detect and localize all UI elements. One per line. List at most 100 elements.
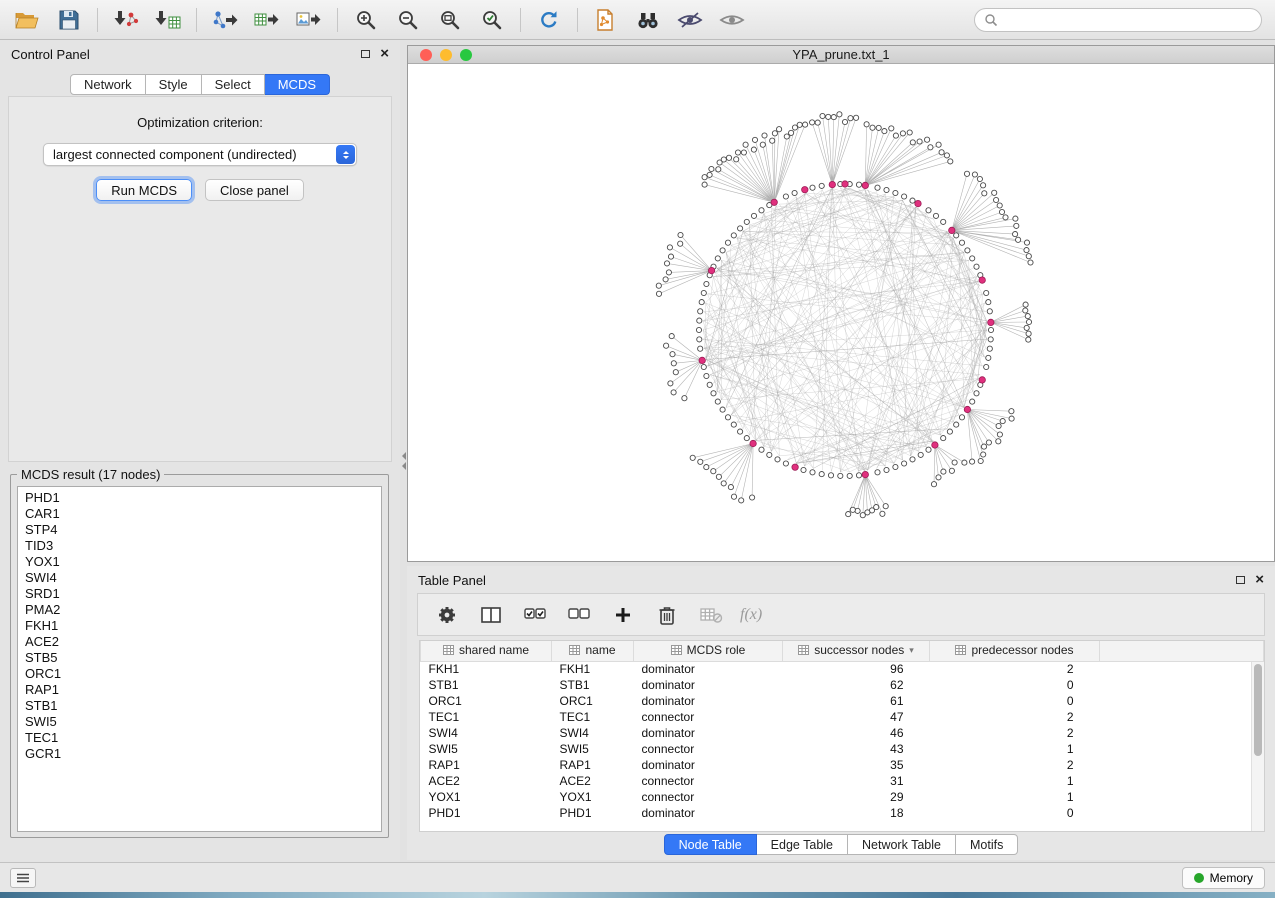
panel-splitter-handle[interactable]	[400, 448, 407, 474]
float-table-panel-icon[interactable]	[1236, 576, 1245, 584]
cell-name[interactable]: TEC1	[552, 709, 634, 725]
cell-shared_name[interactable]: FKH1	[421, 661, 552, 677]
cell-role[interactable]: connector	[634, 741, 783, 757]
export-table-button[interactable]	[246, 4, 288, 36]
select-all-button[interactable]	[520, 600, 550, 630]
cell-shared_name[interactable]: SWI4	[421, 725, 552, 741]
apply-layout-button[interactable]	[528, 4, 570, 36]
search-network-button[interactable]	[627, 4, 669, 36]
tab-node-table[interactable]: Node Table	[664, 834, 757, 855]
cell-successors[interactable]: 62	[783, 677, 930, 693]
mcds-result-item[interactable]: STP4	[25, 522, 381, 538]
mcds-result-item[interactable]: RAP1	[25, 682, 381, 698]
cell-predecessors[interactable]: 0	[930, 693, 1100, 709]
cell-role[interactable]: dominator	[634, 725, 783, 741]
cell-shared_name[interactable]: TEC1	[421, 709, 552, 725]
cell-predecessors[interactable]: 0	[930, 805, 1100, 821]
column-header-successor-nodes[interactable]: successor nodes ▾	[783, 641, 930, 661]
column-header-predecessor-nodes[interactable]: predecessor nodes	[930, 641, 1100, 661]
tab-mcds[interactable]: MCDS	[265, 74, 330, 95]
open-session-button[interactable]	[6, 4, 48, 36]
cell-role[interactable]: connector	[634, 773, 783, 789]
mcds-result-item[interactable]: YOX1	[25, 554, 381, 570]
cell-predecessors[interactable]: 0	[930, 677, 1100, 693]
mcds-result-item[interactable]: GCR1	[25, 746, 381, 762]
cell-shared_name[interactable]: YOX1	[421, 789, 552, 805]
tab-style[interactable]: Style	[146, 74, 202, 95]
cell-name[interactable]: SWI5	[552, 741, 634, 757]
node-table-row[interactable]: YOX1YOX1connector291	[421, 789, 1264, 805]
mcds-result-item[interactable]: STB5	[25, 650, 381, 666]
cell-predecessors[interactable]: 2	[930, 709, 1100, 725]
node-table-row[interactable]: STB1STB1dominator620	[421, 677, 1264, 693]
node-table-row[interactable]: ORC1ORC1dominator610	[421, 693, 1264, 709]
cell-role[interactable]: dominator	[634, 805, 783, 821]
mcds-result-item[interactable]: SWI4	[25, 570, 381, 586]
mcds-result-item[interactable]: ORC1	[25, 666, 381, 682]
cell-role[interactable]: dominator	[634, 757, 783, 773]
mcds-result-item[interactable]: PHD1	[25, 490, 381, 506]
cell-successors[interactable]: 29	[783, 789, 930, 805]
node-table-row[interactable]: SWI5SWI5connector431	[421, 741, 1264, 757]
cell-shared_name[interactable]: PHD1	[421, 805, 552, 821]
cell-role[interactable]: dominator	[634, 677, 783, 693]
export-image-button[interactable]	[288, 4, 330, 36]
show-columns-button[interactable]	[476, 600, 506, 630]
cell-predecessors[interactable]: 1	[930, 789, 1100, 805]
cell-name[interactable]: STB1	[552, 677, 634, 693]
cell-successors[interactable]: 43	[783, 741, 930, 757]
cell-predecessors[interactable]: 2	[930, 661, 1100, 677]
add-column-button[interactable]	[608, 600, 638, 630]
cell-successors[interactable]: 31	[783, 773, 930, 789]
close-panel-icon[interactable]: ×	[380, 47, 389, 61]
node-table-row[interactable]: PHD1PHD1dominator180	[421, 805, 1264, 821]
cell-shared_name[interactable]: ACE2	[421, 773, 552, 789]
cell-name[interactable]: RAP1	[552, 757, 634, 773]
toolbar-search[interactable]	[974, 8, 1262, 32]
tab-network[interactable]: Network	[70, 74, 146, 95]
save-session-button[interactable]	[48, 4, 90, 36]
node-table-row[interactable]: FKH1FKH1dominator962	[421, 661, 1264, 677]
node-table-row[interactable]: ACE2ACE2connector311	[421, 773, 1264, 789]
import-table-button[interactable]	[147, 4, 189, 36]
zoom-fit-button[interactable]	[429, 4, 471, 36]
node-table-row[interactable]: SWI4SWI4dominator462	[421, 725, 1264, 741]
cell-name[interactable]: YOX1	[552, 789, 634, 805]
cell-name[interactable]: SWI4	[552, 725, 634, 741]
cell-successors[interactable]: 18	[783, 805, 930, 821]
table-scrollbar[interactable]	[1251, 662, 1264, 831]
toggle-details-button[interactable]	[669, 4, 711, 36]
cell-shared_name[interactable]: SWI5	[421, 741, 552, 757]
cell-predecessors[interactable]: 1	[930, 773, 1100, 789]
mcds-result-item[interactable]: FKH1	[25, 618, 381, 634]
cell-successors[interactable]: 46	[783, 725, 930, 741]
column-header-shared-name[interactable]: shared name	[421, 641, 552, 661]
cell-shared_name[interactable]: RAP1	[421, 757, 552, 773]
node-table-row[interactable]: TEC1TEC1connector472	[421, 709, 1264, 725]
cell-successors[interactable]: 96	[783, 661, 930, 677]
cell-role[interactable]: connector	[634, 709, 783, 725]
search-input[interactable]	[1003, 10, 1261, 30]
zoom-in-button[interactable]	[345, 4, 387, 36]
close-table-panel-icon[interactable]: ×	[1255, 573, 1264, 587]
cell-role[interactable]: dominator	[634, 693, 783, 709]
deselect-all-button[interactable]	[564, 600, 594, 630]
network-canvas[interactable]	[408, 64, 1274, 561]
export-web-button[interactable]	[585, 4, 627, 36]
cell-name[interactable]: ACE2	[552, 773, 634, 789]
mcds-result-item[interactable]: STB1	[25, 698, 381, 714]
table-settings-button[interactable]	[432, 600, 462, 630]
show-details-button[interactable]	[711, 4, 753, 36]
mcds-result-item[interactable]: SWI5	[25, 714, 381, 730]
delete-column-button[interactable]	[652, 600, 682, 630]
criterion-dropdown[interactable]: largest connected component (undirected)	[43, 143, 357, 166]
cell-successors[interactable]: 61	[783, 693, 930, 709]
cell-successors[interactable]: 47	[783, 709, 930, 725]
tab-motifs[interactable]: Motifs	[956, 834, 1018, 855]
column-header-name[interactable]: name	[552, 641, 634, 661]
memory-button[interactable]: Memory	[1182, 867, 1265, 889]
scrollbar-thumb[interactable]	[1254, 664, 1262, 756]
tab-network-table[interactable]: Network Table	[848, 834, 956, 855]
zoom-out-button[interactable]	[387, 4, 429, 36]
cell-role[interactable]: dominator	[634, 661, 783, 677]
